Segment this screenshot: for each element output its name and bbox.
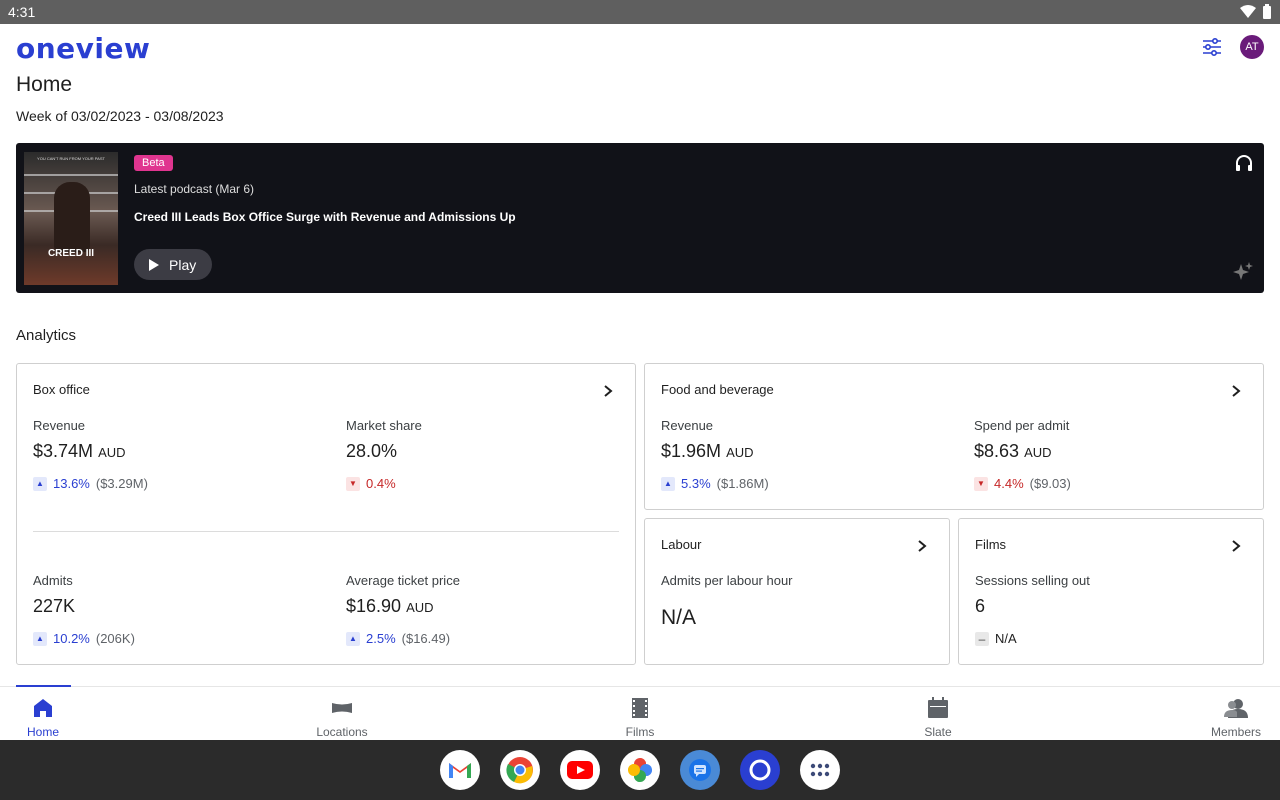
trend-up-icon: ▲ — [661, 476, 675, 491]
box-office-card[interactable]: Box office Revenue $3.74M AUD ▲ 13.6% ($3.… — [16, 363, 636, 665]
locations-icon — [332, 703, 352, 713]
play-button[interactable]: Play — [134, 249, 212, 280]
analytics-heading: Analytics — [16, 327, 77, 344]
messages-icon[interactable] — [680, 750, 720, 790]
poster-tagline: YOU CAN'T RUN FROM YOUR PAST — [37, 156, 105, 161]
box-office-title: Box office — [33, 382, 90, 397]
chevron-right-icon[interactable] — [915, 539, 929, 553]
filter-settings-icon[interactable] — [1199, 34, 1225, 60]
trend-up-icon: ▲ — [33, 631, 47, 646]
fb-spend-per-admit: Spend per admit $8.63 AUD ▼ 4.4% ($9.03) — [974, 418, 1071, 491]
food-beverage-card[interactable]: Food and beverage Revenue $1.96M AUD ▲ 5.… — [644, 363, 1264, 510]
user-avatar[interactable]: AT — [1240, 35, 1264, 59]
calendar-icon — [928, 697, 948, 718]
podcast-headline: Creed III Leads Box Office Surge with Re… — [134, 210, 516, 224]
film-icon — [632, 698, 648, 718]
chrome-icon[interactable] — [500, 750, 540, 790]
members-icon — [1224, 699, 1248, 718]
trend-up-icon: ▲ — [33, 476, 47, 491]
app-icon[interactable] — [740, 750, 780, 790]
home-icon — [34, 699, 52, 717]
sparkle-icon — [1233, 262, 1253, 280]
status-time: 4:31 — [8, 4, 36, 20]
nav-slate[interactable]: Slate — [888, 687, 988, 741]
box-office-revenue: Revenue $3.74M AUD ▲ 13.6% ($3.29M) — [33, 418, 148, 491]
films-card[interactable]: Films Sessions selling out 6 – N/A — [958, 518, 1264, 665]
gmail-icon[interactable] — [440, 750, 480, 790]
podcast-poster-image: YOU CAN'T RUN FROM YOUR PAST CREED III — [24, 152, 118, 285]
play-label: Play — [169, 256, 197, 273]
nav-films[interactable]: Films — [590, 687, 690, 741]
nav-home[interactable]: Home — [0, 687, 93, 741]
box-office-market-share: Market share 28.0% ▼ 0.4% — [346, 418, 422, 491]
play-icon — [149, 258, 159, 271]
headphones-icon — [1236, 155, 1252, 171]
box-office-admits: Admits 227K ▲ 10.2% (206K) — [33, 573, 135, 646]
app-drawer-icon[interactable] — [800, 750, 840, 790]
oneview-logo: oneview — [16, 32, 151, 65]
status-bar: 4:31 — [0, 0, 1280, 24]
chevron-right-icon[interactable] — [1229, 384, 1243, 398]
nav-members[interactable]: Members — [1186, 687, 1280, 741]
poster-title: CREED III — [47, 248, 95, 259]
trend-down-icon: ▼ — [346, 476, 360, 491]
labour-card[interactable]: Labour Admits per labour hour N/A — [644, 518, 950, 665]
admits-per-labour-hour: Admits per labour hour N/A — [661, 573, 793, 629]
films-title: Films — [975, 537, 1007, 552]
bottom-navigation: Home Locations Films Slate Members — [0, 685, 1280, 741]
divider — [33, 531, 619, 532]
podcast-banner[interactable]: YOU CAN'T RUN FROM YOUR PAST CREED III B… — [16, 143, 1264, 293]
trend-up-icon: ▲ — [346, 631, 360, 646]
photos-icon[interactable] — [620, 750, 660, 790]
sessions-selling-out: Sessions selling out 6 – N/A — [975, 573, 1090, 646]
wifi-icon — [1240, 5, 1256, 18]
system-dock — [0, 740, 1280, 800]
app-bar: oneview AT — [0, 24, 1280, 70]
chevron-right-icon[interactable] — [1229, 539, 1243, 553]
labour-title: Labour — [661, 537, 702, 552]
fb-revenue: Revenue $1.96M AUD ▲ 5.3% ($1.86M) — [661, 418, 769, 491]
youtube-icon[interactable] — [560, 750, 600, 790]
food-beverage-title: Food and beverage — [661, 382, 774, 397]
battery-icon — [1263, 4, 1271, 19]
page-title: Home — [16, 73, 73, 96]
trend-down-icon: ▼ — [974, 476, 988, 491]
beta-badge: Beta — [134, 155, 173, 171]
podcast-date: Latest podcast (Mar 6) — [134, 182, 255, 196]
nav-locations[interactable]: Locations — [292, 687, 392, 741]
trend-flat-icon: – — [975, 631, 989, 646]
chevron-right-icon[interactable] — [601, 384, 615, 398]
box-office-avg-ticket-price: Average ticket price $16.90 AUD ▲ 2.5% ($1… — [346, 573, 460, 646]
week-range: Week of 03/02/2023 - 03/08/2023 — [16, 108, 224, 124]
